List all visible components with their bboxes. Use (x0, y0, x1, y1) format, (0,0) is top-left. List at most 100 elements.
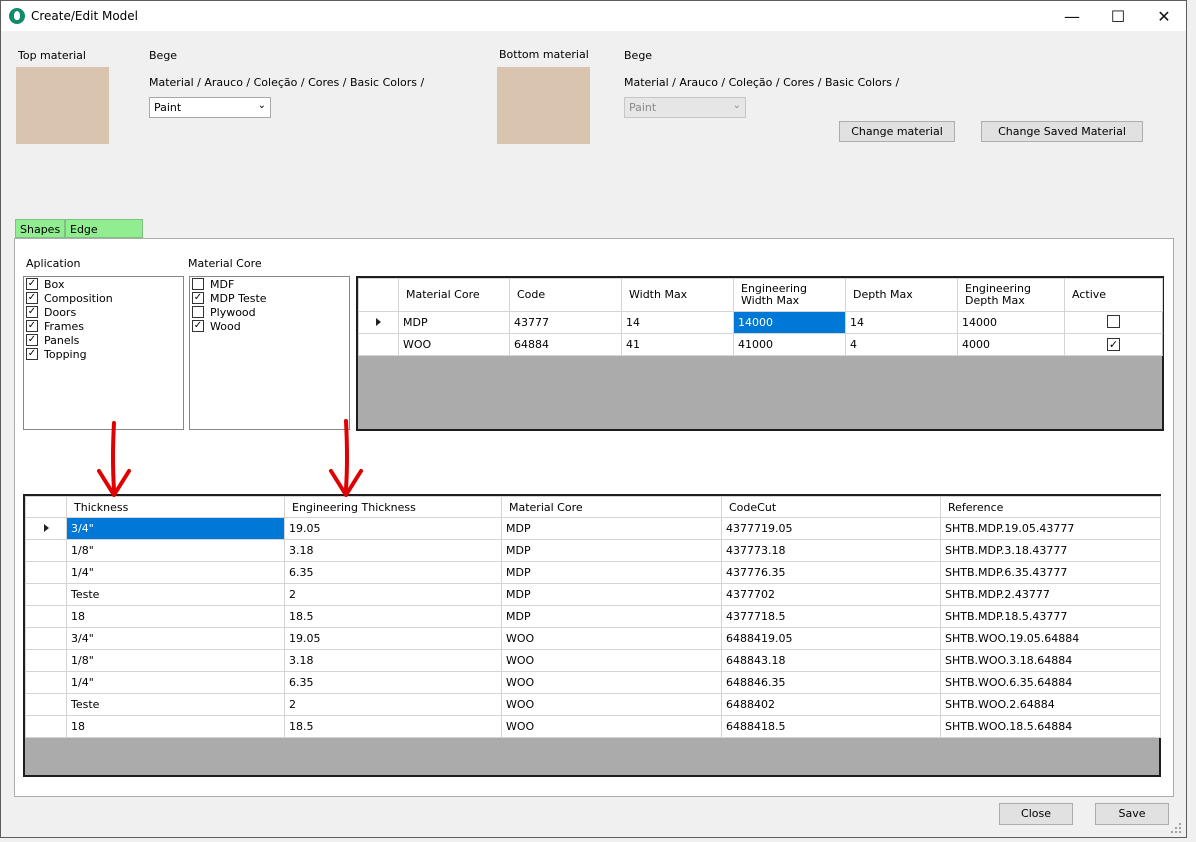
column-header[interactable]: Depth Max (845, 278, 958, 312)
row-header[interactable] (358, 311, 399, 334)
change-saved-material-button[interactable]: Change Saved Material (981, 121, 1143, 142)
column-header[interactable]: Engineering Depth Max (957, 278, 1065, 312)
table-cell[interactable]: 4377702 (721, 583, 941, 606)
table-cell[interactable]: SHTB.MDP.2.43777 (940, 583, 1161, 606)
aplication-item[interactable]: ✓ Panels (24, 333, 183, 347)
table-cell[interactable]: 3.18 (284, 649, 502, 672)
table-cell[interactable]: MDP (501, 539, 722, 562)
aplication-item[interactable]: ✓ Frames (24, 319, 183, 333)
table-cell[interactable]: WOO (501, 693, 722, 716)
material-core-item[interactable]: ✓ Wood (190, 319, 349, 333)
row-header[interactable] (25, 627, 67, 650)
table-cell[interactable]: 41000 (733, 333, 846, 356)
column-header[interactable]: Engineering Thickness (284, 496, 502, 518)
material-core-item[interactable]: MDF (190, 277, 349, 291)
column-header[interactable]: Material Core (398, 278, 510, 312)
save-button[interactable]: Save (1095, 803, 1169, 825)
table-cell[interactable]: SHTB.WOO.19.05.64884 (940, 627, 1161, 650)
active-checkbox[interactable]: ✓ (1107, 338, 1120, 351)
table-cell[interactable]: 6488402 (721, 693, 941, 716)
checkbox[interactable]: ✓ (26, 320, 38, 332)
table-row[interactable]: 3/4" 19.05 MDP 4377719.05 SHTB.MDP.19.05.437… (25, 517, 1161, 540)
row-header[interactable] (25, 517, 67, 540)
close-window-button[interactable]: ✕ (1141, 1, 1187, 31)
aplication-item[interactable]: ✓ Composition (24, 291, 183, 305)
table-row[interactable]: 3/4" 19.05 WOO 6488419.05 SHTB.WOO.19.05.648… (25, 627, 1161, 650)
table-row[interactable]: WOO 64884 41 41000 4 4000 ✓ (358, 333, 1163, 356)
material-core-grid[interactable]: Material Core Code Width Max Engineering Wi… (356, 276, 1164, 431)
row-header[interactable] (25, 671, 67, 694)
table-cell[interactable]: WOO (501, 649, 722, 672)
table-cell[interactable]: MDP (501, 605, 722, 628)
column-header[interactable]: Engineering Width Max (733, 278, 846, 312)
table-cell[interactable]: SHTB.WOO.6.35.64884 (940, 671, 1161, 694)
table-cell[interactable]: 18.5 (284, 715, 502, 738)
aplication-checklist[interactable]: ✓ Box ✓ Composition ✓ Doors ✓ Frames ✓ Panels ✓ Top… (23, 276, 184, 430)
table-cell[interactable]: 41 (621, 333, 734, 356)
table-row[interactable]: Teste 2 MDP 4377702 SHTB.MDP.2.43777 (25, 583, 1161, 606)
aplication-item[interactable]: ✓ Topping (24, 347, 183, 361)
table-cell[interactable]: 64884 (509, 333, 622, 356)
table-cell[interactable]: WOO (398, 333, 510, 356)
table-cell[interactable]: MDP (501, 517, 722, 540)
row-header[interactable] (25, 561, 67, 584)
table-cell[interactable]: 14 (621, 311, 734, 334)
table-cell[interactable]: 4 (845, 333, 958, 356)
table-cell[interactable]: 1/4" (66, 561, 285, 584)
checkbox[interactable]: ✓ (26, 292, 38, 304)
table-cell[interactable]: MDP (501, 561, 722, 584)
table-cell[interactable]: 14 (845, 311, 958, 334)
column-header[interactable]: Active (1064, 278, 1163, 312)
row-header[interactable] (25, 649, 67, 672)
table-cell[interactable]: 1/8" (66, 649, 285, 672)
table-cell[interactable]: WOO (501, 671, 722, 694)
table-cell[interactable]: 18.5 (284, 605, 502, 628)
table-cell[interactable]: 1/8" (66, 539, 285, 562)
table-row[interactable]: 18 18.5 MDP 4377718.5 SHTB.MDP.18.5.43777 (25, 605, 1161, 628)
table-row[interactable]: 1/4" 6.35 MDP 437776.35 SHTB.MDP.6.35.43777 (25, 561, 1161, 584)
table-cell[interactable]: Teste (66, 583, 285, 606)
row-header[interactable] (25, 539, 67, 562)
table-cell[interactable]: 14000 (957, 311, 1065, 334)
checkbox[interactable]: ✓ (26, 306, 38, 318)
active-cell[interactable]: ✓ (1064, 333, 1163, 356)
table-cell[interactable]: SHTB.MDP.19.05.43777 (940, 517, 1161, 540)
table-cell[interactable]: WOO (501, 627, 722, 650)
table-cell[interactable]: SHTB.WOO.3.18.64884 (940, 649, 1161, 672)
table-cell[interactable]: 18 (66, 715, 285, 738)
table-cell[interactable]: 14000 (733, 311, 846, 334)
table-cell[interactable]: 437776.35 (721, 561, 941, 584)
table-cell[interactable]: 43777 (509, 311, 622, 334)
row-header[interactable] (358, 333, 399, 356)
checkbox[interactable]: ✓ (26, 334, 38, 346)
minimize-button[interactable]: — (1049, 1, 1095, 31)
column-header[interactable]: Material Core (501, 496, 722, 518)
column-header[interactable]: CodeCut (721, 496, 941, 518)
table-cell[interactable]: 4377718.5 (721, 605, 941, 628)
top-material-swatch[interactable] (16, 67, 109, 144)
table-row[interactable]: Teste 2 WOO 6488402 SHTB.WOO.2.64884 (25, 693, 1161, 716)
table-cell[interactable]: WOO (501, 715, 722, 738)
row-header[interactable] (25, 605, 67, 628)
bottom-material-swatch[interactable] (497, 67, 590, 144)
aplication-item[interactable]: ✓ Box (24, 277, 183, 291)
active-checkbox[interactable] (1107, 314, 1120, 328)
table-cell[interactable]: SHTB.WOO.18.5.64884 (940, 715, 1161, 738)
change-material-button[interactable]: Change material (839, 121, 955, 142)
aplication-item[interactable]: ✓ Doors (24, 305, 183, 319)
table-row[interactable]: 1/8" 3.18 MDP 437773.18 SHTB.MDP.3.18.43777 (25, 539, 1161, 562)
thickness-grid[interactable]: Thickness Engineering Thickness Material C… (23, 494, 1161, 777)
resize-grip-icon[interactable] (1171, 823, 1183, 835)
table-row[interactable]: 1/8" 3.18 WOO 648843.18 SHTB.WOO.3.18.64884 (25, 649, 1161, 672)
table-cell[interactable]: 6.35 (284, 561, 502, 584)
table-cell[interactable]: 4000 (957, 333, 1065, 356)
table-cell[interactable]: MDP (501, 583, 722, 606)
row-header[interactable] (25, 715, 67, 738)
table-cell[interactable]: 2 (284, 583, 502, 606)
table-cell[interactable]: 3/4" (66, 627, 285, 650)
table-cell[interactable]: 6488419.05 (721, 627, 941, 650)
table-cell[interactable]: SHTB.MDP.18.5.43777 (940, 605, 1161, 628)
table-cell[interactable]: 18 (66, 605, 285, 628)
checkbox[interactable] (192, 306, 204, 318)
top-material-finish-select[interactable]: Paint ⌄ (149, 97, 271, 118)
